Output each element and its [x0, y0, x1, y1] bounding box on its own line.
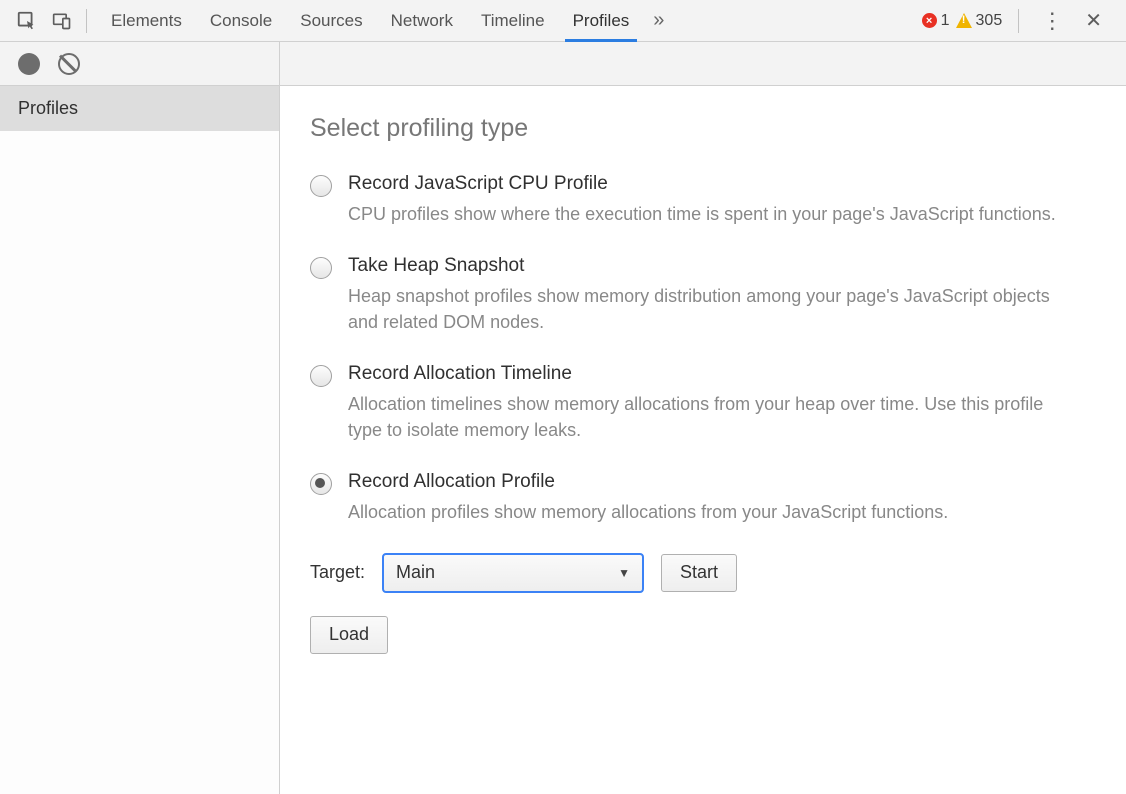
tab-sources[interactable]: Sources	[286, 0, 376, 41]
option-description: CPU profiles show where the execution ti…	[348, 201, 1068, 227]
profiling-option: Record Allocation Profile Allocation prof…	[310, 471, 1096, 525]
option-text: Take Heap Snapshot Heap snapshot profiles…	[348, 255, 1068, 335]
radio-button[interactable]	[310, 473, 332, 495]
devtools-toolbar: ElementsConsoleSourcesNetworkTimelinePro…	[0, 0, 1126, 42]
profiles-body: Profiles Select profiling type Record Ja…	[0, 86, 1126, 794]
toolbar-left-buttons	[8, 0, 82, 41]
tab-console[interactable]: Console	[196, 0, 286, 41]
tab-network[interactable]: Network	[377, 0, 467, 41]
toolbar-divider	[86, 9, 87, 33]
sidebar-item-profiles[interactable]: Profiles	[0, 86, 279, 131]
profiles-main: Select profiling type Record JavaScript …	[280, 86, 1126, 794]
radio-button[interactable]	[310, 175, 332, 197]
target-select[interactable]: Main ▼	[383, 554, 643, 592]
load-button[interactable]: Load	[310, 616, 388, 654]
dropdown-caret-icon: ▼	[618, 566, 630, 580]
settings-kebab-icon[interactable]: ⋮	[1035, 10, 1069, 32]
option-description: Allocation profiles show memory allocati…	[348, 499, 1068, 525]
target-label: Target:	[310, 562, 365, 583]
target-row: Target: Main ▼ Start	[310, 554, 1096, 592]
profiles-sub-toolbar-main	[280, 42, 1126, 86]
option-title[interactable]: Take Heap Snapshot	[348, 255, 1068, 277]
warnings-count: 305	[976, 12, 1003, 30]
load-row: Load	[310, 616, 1096, 654]
toolbar-divider	[1018, 9, 1019, 33]
tab-profiles[interactable]: Profiles	[559, 0, 644, 41]
radio-button[interactable]	[310, 365, 332, 387]
profiling-option: Take Heap Snapshot Heap snapshot profiles…	[310, 255, 1096, 335]
option-description: Heap snapshot profiles show memory distr…	[348, 283, 1068, 335]
errors-count: 1	[941, 12, 950, 30]
tabs-overflow-icon[interactable]: »	[643, 9, 674, 32]
inspect-element-icon[interactable]	[16, 10, 38, 32]
radio-button[interactable]	[310, 257, 332, 279]
profiling-option: Record JavaScript CPU Profile CPU profile…	[310, 173, 1096, 227]
option-title[interactable]: Record JavaScript CPU Profile	[348, 173, 1068, 195]
record-button-icon[interactable]	[18, 53, 40, 75]
target-select-value: Main	[396, 562, 435, 583]
start-button[interactable]: Start	[661, 554, 737, 592]
tab-timeline[interactable]: Timeline	[467, 0, 559, 41]
warning-icon	[956, 13, 972, 28]
option-text: Record Allocation Timeline Allocation tim…	[348, 363, 1068, 443]
toolbar-right-status: × 1 305 ⋮ ✕	[922, 8, 1118, 33]
error-icon: ×	[922, 13, 937, 28]
profiles-sub-toolbar	[0, 42, 280, 86]
option-text: Record JavaScript CPU Profile CPU profile…	[348, 173, 1068, 227]
profiling-options: Record JavaScript CPU Profile CPU profile…	[310, 173, 1096, 526]
close-devtools-icon[interactable]: ✕	[1075, 8, 1112, 33]
profiling-option: Record Allocation Timeline Allocation tim…	[310, 363, 1096, 443]
option-title[interactable]: Record Allocation Timeline	[348, 363, 1068, 385]
clear-button-icon[interactable]	[58, 53, 80, 75]
option-text: Record Allocation Profile Allocation prof…	[348, 471, 1068, 525]
profiles-sidebar: Profiles	[0, 86, 280, 794]
page-title: Select profiling type	[310, 114, 1096, 143]
option-description: Allocation timelines show memory allocat…	[348, 391, 1068, 443]
option-title[interactable]: Record Allocation Profile	[348, 471, 1068, 493]
tab-elements[interactable]: Elements	[97, 0, 196, 41]
warnings-badge[interactable]: 305	[956, 12, 1003, 30]
errors-badge[interactable]: × 1	[922, 12, 950, 30]
profiles-sub-toolbar-row	[0, 42, 1126, 86]
device-toggle-icon[interactable]	[52, 11, 72, 31]
toolbar-tabs: ElementsConsoleSourcesNetworkTimelinePro…	[97, 0, 643, 41]
